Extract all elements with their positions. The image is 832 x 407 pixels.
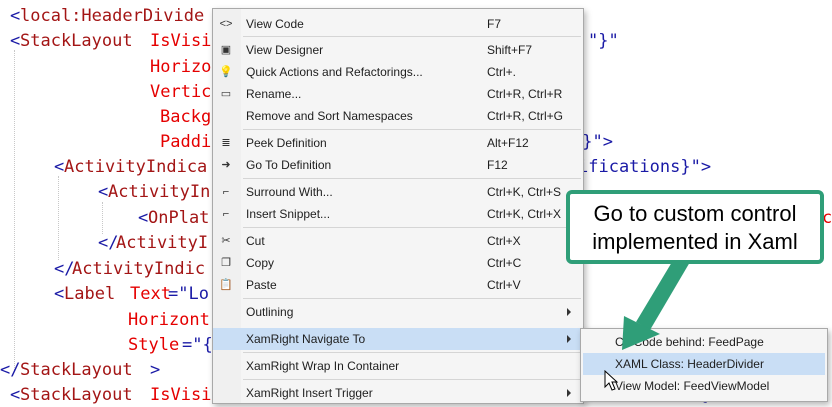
callout-line-1: Go to custom control [593,201,797,226]
callout-arrow-shaft [636,262,690,330]
callout-box: Go to custom control implemented in Xaml [566,190,824,264]
mouse-pointer-icon [604,370,618,391]
callout-line-2: implemented in Xaml [592,229,798,254]
